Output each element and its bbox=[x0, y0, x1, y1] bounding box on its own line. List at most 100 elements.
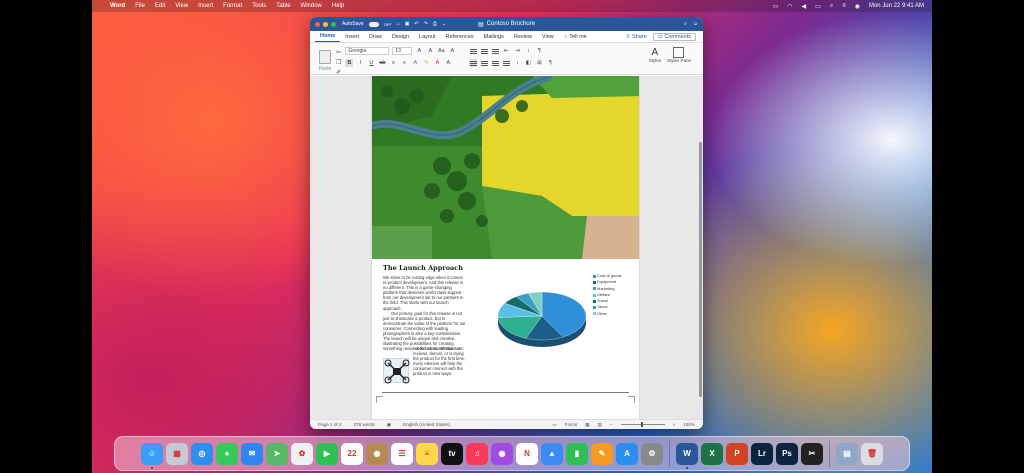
styles-pane-button[interactable]: Styles Pane bbox=[667, 47, 691, 63]
zoom-in-icon[interactable]: + bbox=[673, 422, 676, 427]
tab-mailings[interactable]: Mailings bbox=[479, 34, 509, 42]
safari-icon[interactable]: ◎ bbox=[191, 442, 213, 465]
wifi-icon[interactable]: ◠ bbox=[787, 3, 792, 10]
vertical-scrollbar[interactable] bbox=[699, 142, 702, 397]
aerial-landscape-image[interactable] bbox=[372, 76, 639, 259]
menu-insert[interactable]: Insert bbox=[198, 3, 213, 9]
menu-window[interactable]: Window bbox=[301, 3, 322, 9]
zoom-slider[interactable] bbox=[620, 422, 665, 427]
superscript-icon[interactable]: x bbox=[400, 59, 408, 67]
tab-insert[interactable]: Insert bbox=[340, 34, 364, 42]
menu-edit[interactable]: Edit bbox=[155, 3, 165, 9]
document-page[interactable]: The Launch Approach We strive to be cutt… bbox=[372, 76, 639, 419]
tell-me[interactable]: ♁ Tell me bbox=[559, 34, 592, 42]
app-store-icon[interactable]: A bbox=[616, 442, 638, 465]
calendar-icon[interactable]: 22 bbox=[341, 442, 363, 465]
maps-icon[interactable]: ➤ bbox=[266, 442, 288, 465]
facetime-icon[interactable]: ▶ bbox=[316, 442, 338, 465]
paragraph-3[interactable]: not the consumer has seen reviews, demos… bbox=[413, 346, 467, 377]
show-formatting-icon[interactable]: ¶ bbox=[535, 47, 543, 55]
font-size-select[interactable]: 13 bbox=[392, 47, 413, 55]
zoom-level[interactable]: 100% bbox=[683, 422, 695, 427]
shading-icon[interactable]: ◧ bbox=[524, 59, 532, 67]
decrease-indent-icon[interactable]: ⇤ bbox=[502, 47, 510, 55]
text-effects-icon[interactable]: A bbox=[411, 59, 419, 67]
menu-format[interactable]: Format bbox=[223, 3, 242, 9]
feedback-icon[interactable]: ☺ bbox=[693, 21, 698, 27]
redo-icon[interactable]: ↷ bbox=[424, 21, 428, 27]
print-icon[interactable]: ⎙ bbox=[433, 21, 437, 27]
final-cut-icon[interactable]: ✂ bbox=[801, 442, 823, 465]
tab-home[interactable]: Home bbox=[315, 33, 341, 42]
character-shading-icon[interactable]: A bbox=[444, 59, 452, 67]
powerpoint-icon[interactable]: P bbox=[726, 442, 748, 465]
downloads-folder-icon[interactable]: ▤ bbox=[836, 442, 858, 465]
finder-icon[interactable]: ☺ bbox=[141, 442, 163, 469]
align-right-icon[interactable] bbox=[491, 59, 499, 67]
web-layout-icon[interactable]: ▤ bbox=[598, 422, 602, 428]
tab-draw[interactable]: Draw bbox=[364, 34, 387, 42]
menu-clock[interactable]: Mon Jun 22 9:41 AM bbox=[869, 3, 924, 9]
tab-design[interactable]: Design bbox=[387, 34, 414, 42]
tab-references[interactable]: References bbox=[441, 34, 479, 42]
italic-icon[interactable]: I bbox=[356, 59, 364, 67]
menu-file[interactable]: File bbox=[135, 3, 145, 9]
strikethrough-icon[interactable]: ab bbox=[378, 59, 386, 67]
save-icon[interactable]: ▣ bbox=[405, 21, 410, 27]
excel-icon[interactable]: X bbox=[701, 442, 723, 465]
change-case-icon[interactable]: Aa bbox=[437, 47, 445, 55]
styles-button[interactable]: A Styles bbox=[649, 47, 661, 63]
lightroom-icon[interactable]: Lr bbox=[751, 442, 773, 465]
highlight-icon[interactable]: ✎ bbox=[422, 59, 430, 67]
podcasts-icon[interactable]: ◉ bbox=[491, 442, 513, 465]
menu-help[interactable]: Help bbox=[332, 3, 344, 9]
numbering-icon[interactable] bbox=[480, 47, 488, 55]
home-icon[interactable]: ⌂ bbox=[397, 21, 400, 27]
customize-toolbar-icon[interactable]: ⌄ bbox=[442, 21, 446, 27]
notes-icon[interactable]: ≡ bbox=[416, 442, 438, 465]
apple-tv-icon[interactable]: tv bbox=[441, 442, 463, 465]
menu-view[interactable]: View bbox=[175, 3, 188, 9]
search-document-icon[interactable]: ⌕ bbox=[684, 21, 687, 27]
paste-button[interactable]: Paste bbox=[314, 45, 336, 72]
bullets-icon[interactable] bbox=[469, 47, 477, 55]
system-preferences-icon[interactable]: ⚙ bbox=[641, 442, 663, 465]
comments-button[interactable]: ▭ Comments bbox=[652, 33, 696, 41]
clear-formatting-icon[interactable]: A bbox=[448, 47, 456, 55]
drone-image[interactable] bbox=[383, 358, 410, 384]
messages-icon[interactable]: ● bbox=[216, 442, 238, 465]
sort-icon[interactable]: ↕ bbox=[524, 47, 532, 55]
search-icon[interactable]: ⌕ bbox=[830, 3, 833, 10]
shrink-font-icon[interactable]: A bbox=[426, 47, 434, 55]
multilevel-list-icon[interactable] bbox=[491, 47, 499, 55]
close-button[interactable] bbox=[315, 21, 320, 27]
document-title[interactable]: Contoso Brochure bbox=[487, 21, 535, 27]
launchpad-icon[interactable]: ▦ bbox=[166, 442, 188, 465]
menu-table[interactable]: Table bbox=[276, 3, 290, 9]
word-count[interactable]: 276 words bbox=[354, 422, 375, 427]
news-icon[interactable]: N bbox=[516, 442, 538, 465]
justify-icon[interactable] bbox=[502, 59, 510, 67]
undo-icon[interactable]: ↶ bbox=[414, 21, 418, 27]
photoshop-icon[interactable]: Ps bbox=[776, 442, 798, 465]
keynote-icon[interactable]: ▲ bbox=[541, 442, 563, 465]
print-layout-icon[interactable]: ▦ bbox=[585, 422, 589, 428]
menu-tools[interactable]: Tools bbox=[252, 3, 266, 9]
share-button[interactable]: ⇪ Share bbox=[626, 34, 647, 42]
increase-indent-icon[interactable]: ⇥ bbox=[513, 47, 521, 55]
display-icon[interactable]: ▭ bbox=[773, 3, 779, 10]
mail-icon[interactable]: ✉ bbox=[241, 442, 263, 465]
subscript-icon[interactable]: x bbox=[389, 59, 397, 67]
menu-app-name[interactable]: Word bbox=[110, 3, 125, 9]
font-color-icon[interactable]: A bbox=[433, 59, 441, 67]
language-status[interactable]: English (United States) bbox=[403, 422, 450, 427]
section-heading[interactable]: The Launch Approach bbox=[383, 264, 631, 272]
minimize-button[interactable] bbox=[323, 21, 328, 27]
reminders-icon[interactable]: ☰ bbox=[391, 442, 413, 465]
zoom-out-icon[interactable]: − bbox=[610, 422, 613, 427]
tab-review[interactable]: Review bbox=[509, 34, 537, 42]
document-area[interactable]: The Launch Approach We strive to be cutt… bbox=[310, 76, 703, 419]
tab-layout[interactable]: Layout bbox=[414, 34, 441, 42]
align-left-icon[interactable] bbox=[469, 59, 478, 67]
align-center-icon[interactable] bbox=[480, 59, 488, 67]
